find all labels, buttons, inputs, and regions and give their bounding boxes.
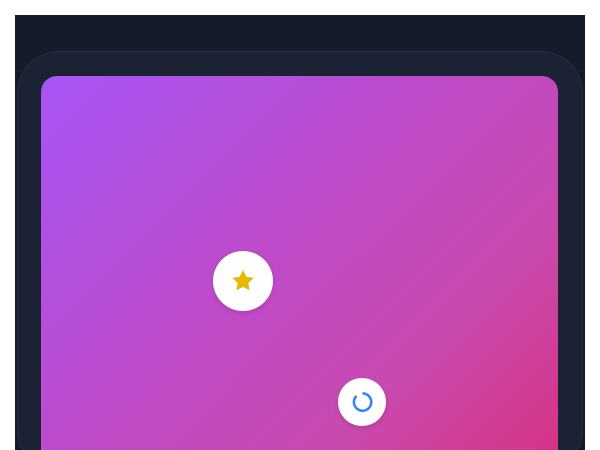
star-button[interactable]	[213, 251, 273, 311]
refresh-button[interactable]	[338, 378, 386, 426]
screenshot-stage	[0, 0, 600, 450]
gradient-screen	[41, 76, 558, 450]
refresh-icon	[352, 392, 373, 413]
star-icon	[232, 270, 254, 291]
